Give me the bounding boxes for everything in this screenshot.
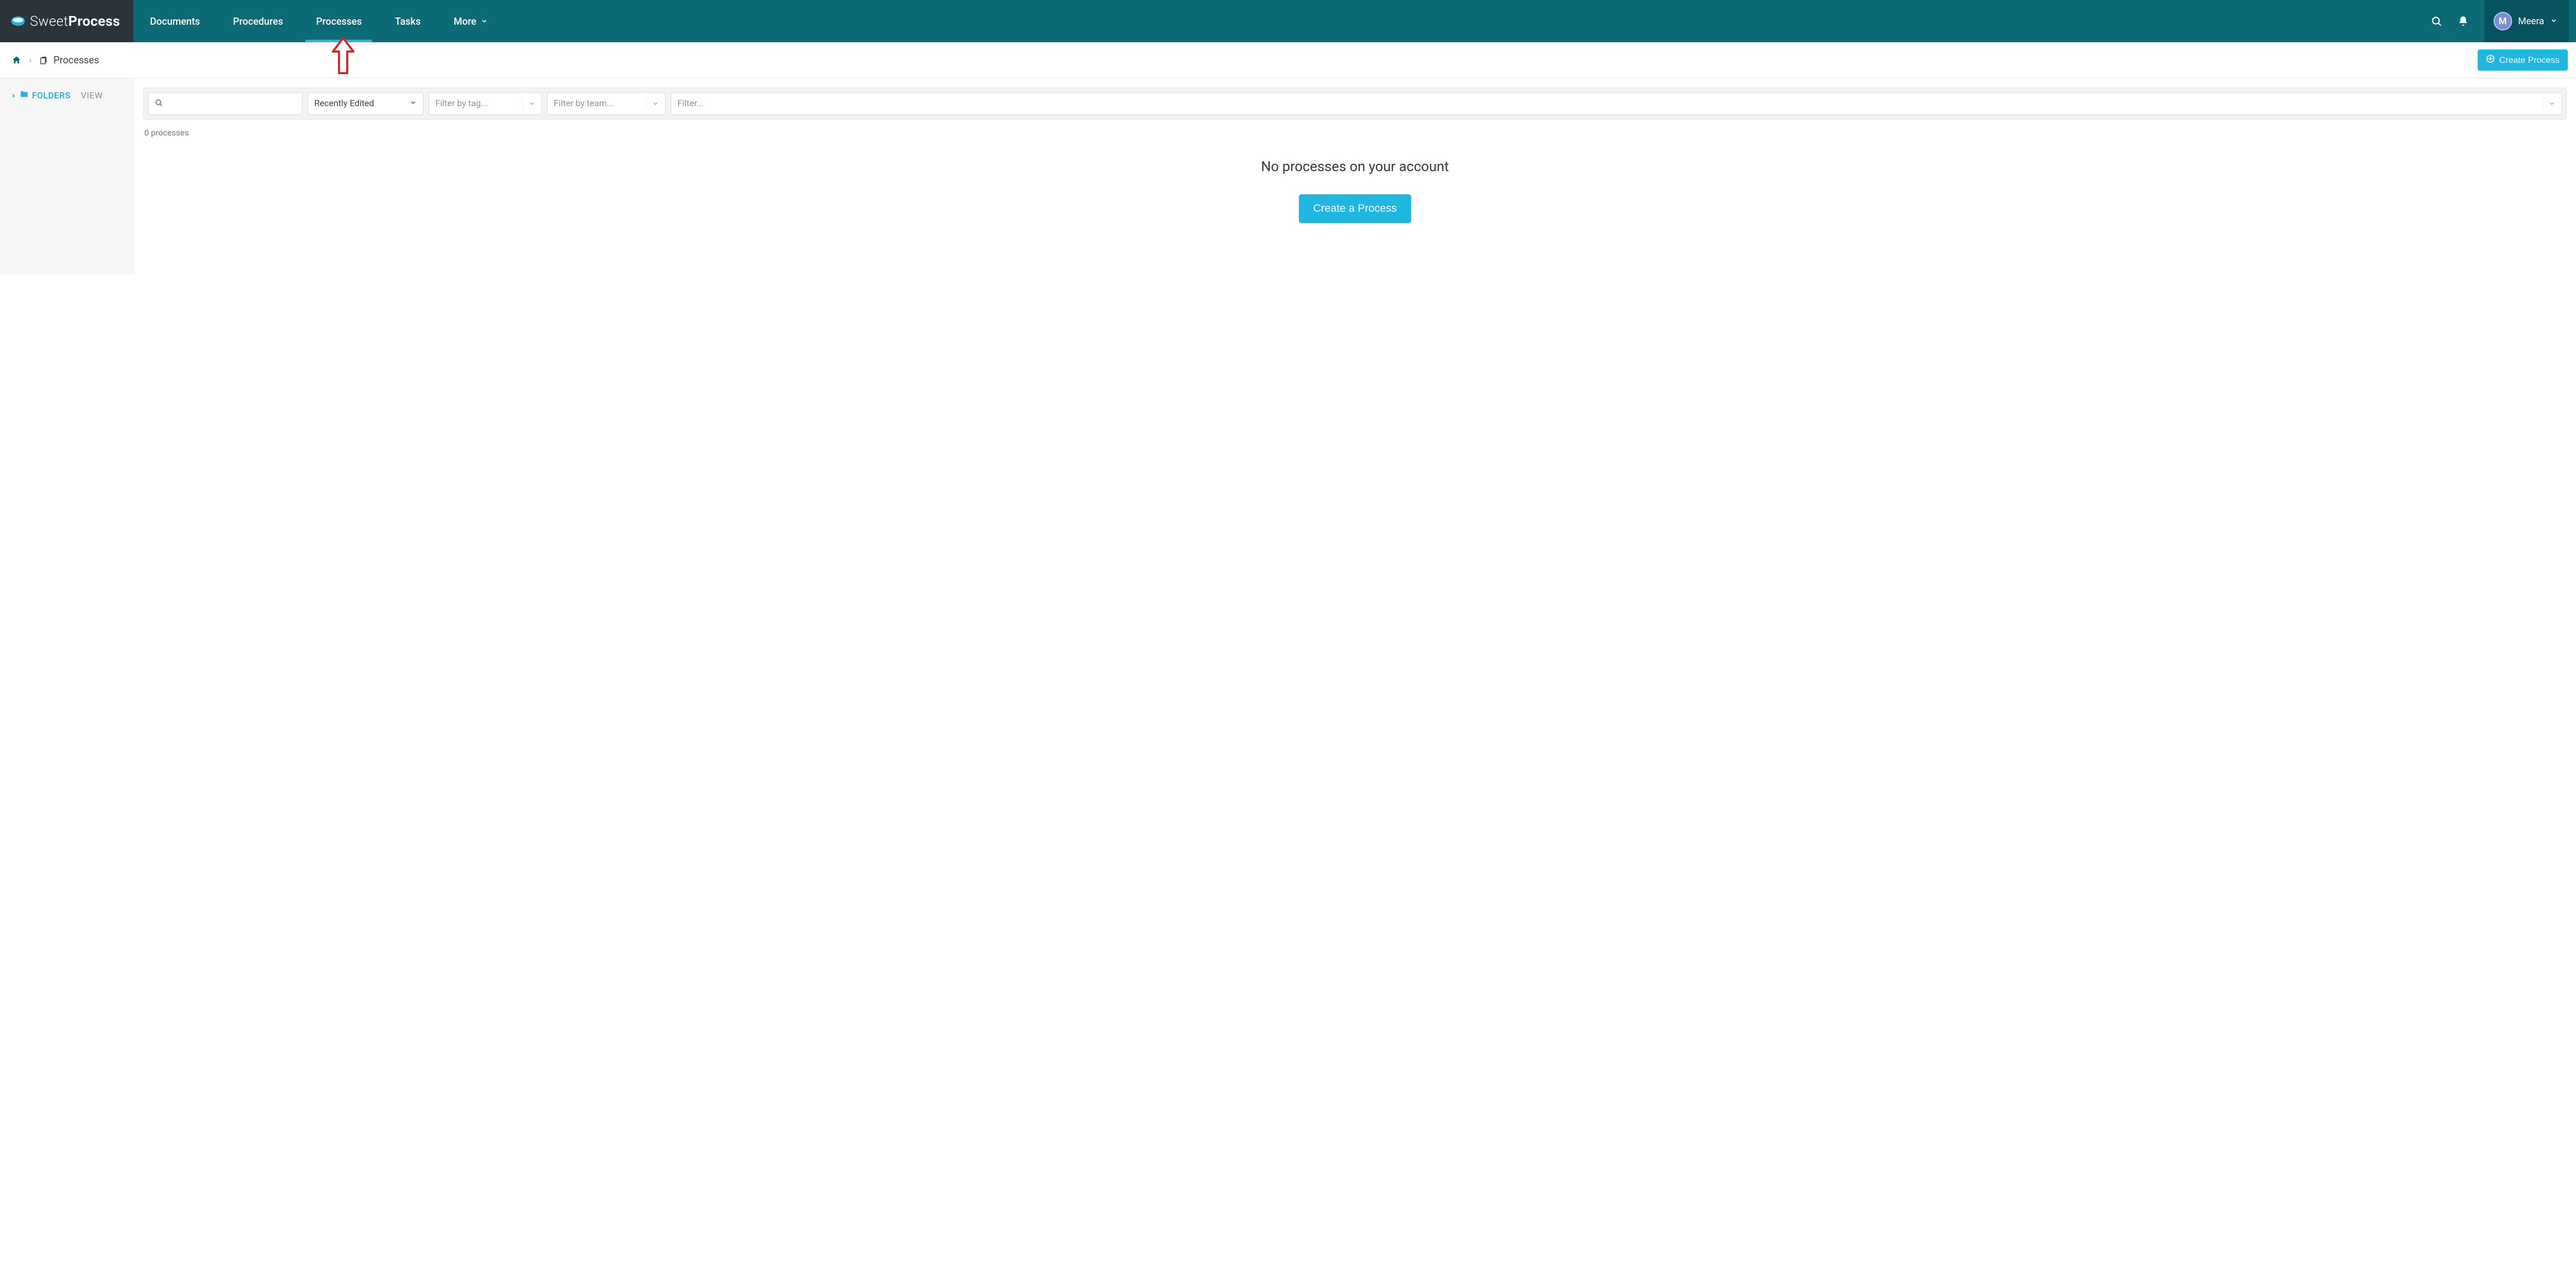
nav-label: Documents <box>150 15 200 27</box>
search-icon <box>155 98 163 109</box>
nav-label: Procedures <box>233 15 283 27</box>
search-field[interactable] <box>168 98 296 109</box>
main-content: Recently Edited Filter by tag... Filter … <box>134 78 2576 244</box>
avatar: M <box>2494 12 2512 30</box>
chevron-right-icon <box>10 93 16 99</box>
bell-icon[interactable] <box>2458 15 2469 27</box>
sidebar-view[interactable]: VIEW <box>81 91 103 101</box>
empty-state: No processes on your account Create a Pr… <box>143 158 2567 223</box>
top-navbar: SweetProcess Documents Procedures Proces… <box>0 0 2576 42</box>
nav-documents[interactable]: Documents <box>133 0 216 42</box>
brand-logo[interactable]: SweetProcess <box>0 0 133 42</box>
home-icon[interactable] <box>11 55 22 65</box>
empty-headline: No processes on your account <box>143 158 2567 175</box>
search-input[interactable] <box>148 92 302 115</box>
chevron-down-icon <box>481 18 488 25</box>
nav-items: Documents Procedures Processes Tasks Mor… <box>133 0 504 42</box>
filter-team-dropdown[interactable]: Filter by team... <box>547 92 666 115</box>
create-process-button[interactable]: Create Process <box>2478 49 2568 71</box>
logo-text: SweetProcess <box>30 13 120 29</box>
filter-bar: Recently Edited Filter by tag... Filter … <box>143 88 2567 120</box>
filter-tag-dropdown[interactable]: Filter by tag... <box>429 92 542 115</box>
nav-label: More <box>454 15 477 27</box>
logo-icon <box>10 15 26 27</box>
nav-label: Tasks <box>395 15 420 27</box>
breadcrumb: › Processes <box>11 54 99 66</box>
sort-dropdown[interactable]: Recently Edited <box>308 92 423 115</box>
result-count: 0 processes <box>144 128 2566 138</box>
nav-more[interactable]: More <box>437 0 504 42</box>
chevron-down-icon <box>2550 16 2557 26</box>
breadcrumb-separator: › <box>29 54 32 66</box>
button-label: Create Process <box>2499 55 2560 65</box>
sidebar: FOLDERS VIEW <box>0 78 134 274</box>
user-menu[interactable]: M Meera <box>2484 0 2569 42</box>
nav-procedures[interactable]: Procedures <box>216 0 299 42</box>
filter-generic-dropdown[interactable]: Filter... <box>671 92 2562 115</box>
chevron-down-icon <box>646 98 659 109</box>
folder-icon <box>20 90 29 102</box>
copy-icon <box>39 56 48 65</box>
dropdown-value: Recently Edited <box>314 98 374 109</box>
user-name: Meera <box>2518 16 2544 27</box>
dropdown-placeholder: Filter... <box>677 98 703 109</box>
chevron-down-icon <box>410 98 417 109</box>
nav-tasks[interactable]: Tasks <box>378 0 437 42</box>
chevron-down-icon <box>2543 98 2555 109</box>
dropdown-placeholder: Filter by tag... <box>435 98 488 109</box>
breadcrumb-current: Processes <box>39 54 99 66</box>
sidebar-item-label: FOLDERS <box>32 91 71 101</box>
dropdown-placeholder: Filter by team... <box>554 98 614 109</box>
search-icon[interactable] <box>2431 15 2442 27</box>
nav-label: Processes <box>316 15 362 27</box>
chevron-down-icon <box>522 98 535 109</box>
avatar-initial: M <box>2499 16 2507 27</box>
plus-circle-icon <box>2486 54 2495 66</box>
breadcrumb-label: Processes <box>54 54 99 66</box>
breadcrumb-row: › Processes Create Process <box>0 42 2576 78</box>
sidebar-folders[interactable]: FOLDERS <box>10 90 71 102</box>
nav-processes[interactable]: Processes <box>299 0 378 42</box>
create-a-process-button[interactable]: Create a Process <box>1299 194 1411 223</box>
